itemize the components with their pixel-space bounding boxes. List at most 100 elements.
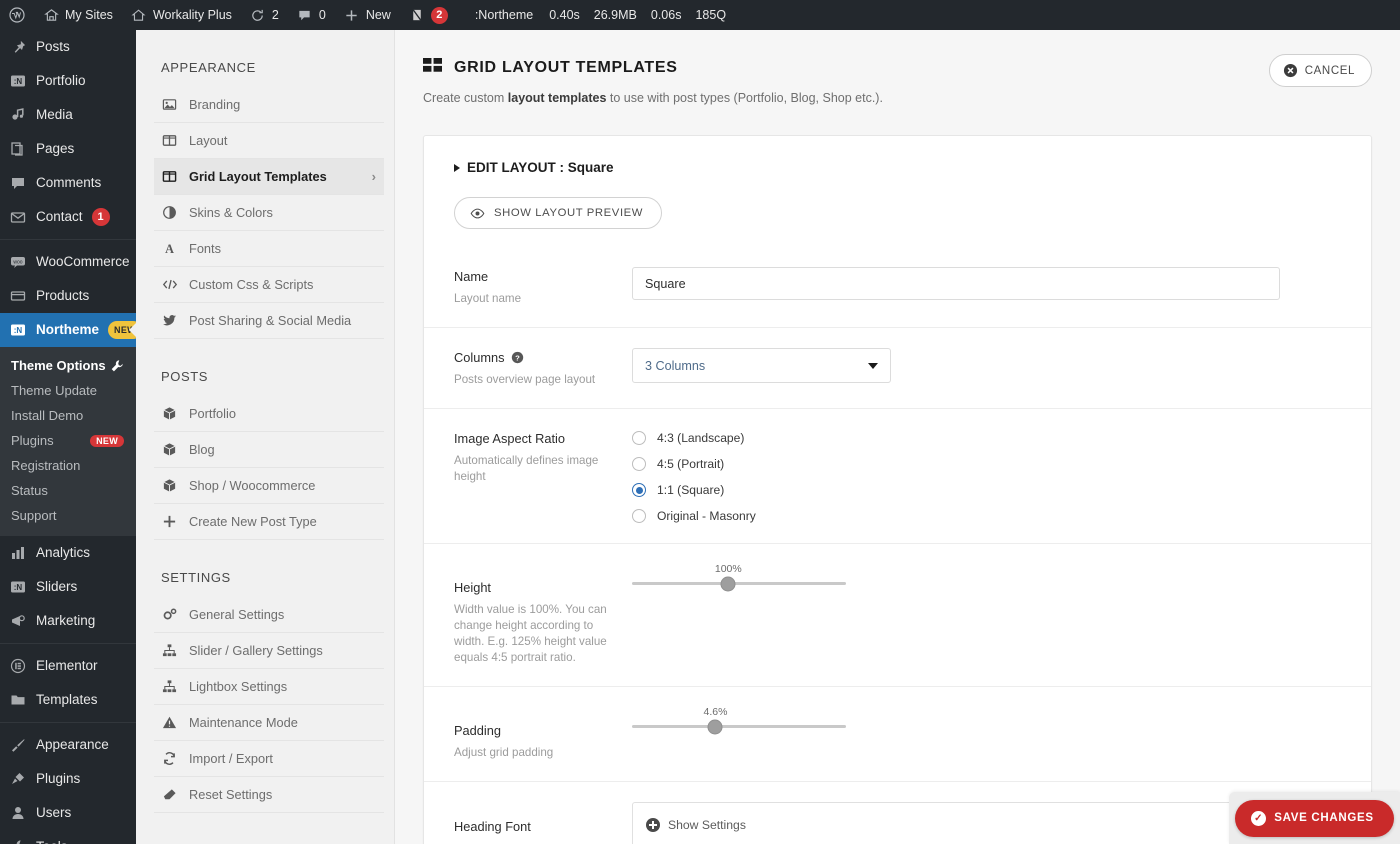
sidebar-item-tools[interactable]: Tools bbox=[0, 830, 136, 844]
nav-item-label: Layout bbox=[189, 133, 228, 148]
nav-item-portfolio[interactable]: Portfolio bbox=[154, 396, 384, 432]
submenu-item-theme-update[interactable]: Theme Update bbox=[0, 378, 136, 403]
height-slider-knob[interactable] bbox=[720, 576, 736, 591]
submenu-item-label: Plugins bbox=[11, 433, 54, 448]
columns-select[interactable]: 3 Columns bbox=[632, 348, 891, 383]
admin-bar-updates[interactable]: 2 bbox=[241, 0, 288, 30]
show-layout-preview-button[interactable]: SHOW LAYOUT PREVIEW bbox=[454, 197, 663, 229]
nav-item-general-settings[interactable]: General Settings bbox=[154, 597, 384, 633]
sidebar-item-woocommerce[interactable]: woo WooCommerce bbox=[0, 245, 136, 279]
heading-font-label: Heading Font bbox=[454, 818, 531, 834]
padding-description: Adjust grid padding bbox=[454, 746, 554, 759]
nav-item-label: Fonts bbox=[189, 241, 222, 256]
nav-item-label: General Settings bbox=[189, 607, 285, 622]
nav-item-create-new-post-type[interactable]: Create New Post Type bbox=[154, 504, 384, 540]
padding-slider-knob[interactable] bbox=[707, 719, 723, 734]
page-title-row: GRID LAYOUT TEMPLATES bbox=[423, 58, 1372, 77]
sidebar-item-comments[interactable]: Comments bbox=[0, 166, 136, 200]
home-icon bbox=[131, 7, 147, 23]
nav-item-skins-colors[interactable]: Skins & Colors bbox=[154, 195, 384, 231]
aspect-ratio-option-1-1[interactable]: 1:1 (Square) bbox=[632, 483, 1341, 497]
save-changes-button[interactable]: ✓ SAVE CHANGES bbox=[1235, 799, 1394, 837]
sidebar-item-marketing[interactable]: Marketing bbox=[0, 604, 136, 638]
sidebar-item-label: Pages bbox=[36, 141, 75, 156]
padding-slider[interactable]: 4.6% bbox=[632, 706, 846, 734]
sidebar-item-pages[interactable]: Pages bbox=[0, 132, 136, 166]
admin-bar-site-name[interactable]: Workality Plus bbox=[122, 0, 241, 30]
aspect-ratio-option-masonry[interactable]: Original - Masonry bbox=[632, 509, 1341, 523]
sidebar-item-plugins[interactable]: Plugins bbox=[0, 762, 136, 796]
nav-item-shop-woocommerce[interactable]: Shop / Woocommerce bbox=[154, 468, 384, 504]
nav-item-post-sharing-social-media[interactable]: Post Sharing & Social Media bbox=[154, 303, 384, 339]
sidebar-item-media[interactable]: Media bbox=[0, 98, 136, 132]
sidebar-item-elementor[interactable]: Elementor bbox=[0, 649, 136, 683]
submenu-item-support[interactable]: Support bbox=[0, 503, 136, 528]
save-bar: ✓ SAVE CHANGES bbox=[1229, 792, 1400, 844]
northeme-icon: :N bbox=[9, 321, 27, 339]
padding-slider-track[interactable] bbox=[632, 719, 846, 734]
plug-icon bbox=[9, 770, 27, 788]
sidebar-item-contact[interactable]: Contact 1 bbox=[0, 200, 136, 234]
sidebar-item-label: Marketing bbox=[36, 613, 96, 628]
sidebar-item-sliders[interactable]: :N Sliders bbox=[0, 570, 136, 604]
nav-section-title-posts: POSTS bbox=[161, 369, 209, 384]
twitter-icon bbox=[161, 312, 178, 329]
nav-item-label: Skins & Colors bbox=[189, 205, 273, 220]
admin-bar-updates-count: 2 bbox=[271, 8, 279, 22]
admin-bar-new[interactable]: New bbox=[335, 0, 400, 30]
sidebar-item-posts[interactable]: Posts bbox=[0, 30, 136, 64]
elementor-icon bbox=[9, 657, 27, 675]
sidebar-item-northeme[interactable]: :N Northeme NEW bbox=[0, 313, 136, 347]
edit-layout-header[interactable]: EDIT LAYOUT : Square bbox=[424, 136, 1371, 175]
wordpress-logo-button[interactable] bbox=[0, 0, 34, 30]
submenu-item-status[interactable]: Status bbox=[0, 478, 136, 503]
megaphone-icon bbox=[9, 612, 27, 630]
nav-item-custom-css-scripts[interactable]: Custom Css & Scripts bbox=[154, 267, 384, 303]
nav-item-fonts[interactable]: A Fonts bbox=[154, 231, 384, 267]
nav-item-slider-gallery-settings[interactable]: Slider / Gallery Settings bbox=[154, 633, 384, 669]
plugins-new-badge: NEW bbox=[90, 434, 124, 447]
nav-item-import-export[interactable]: Import / Export bbox=[154, 741, 384, 777]
height-slider[interactable]: 100% bbox=[632, 563, 846, 591]
nav-item-layout[interactable]: Layout bbox=[154, 123, 384, 159]
nav-item-lightbox-settings[interactable]: Lightbox Settings bbox=[154, 669, 384, 705]
aspect-ratio-option-4-5[interactable]: 4:5 (Portrait) bbox=[632, 457, 1341, 471]
name-input[interactable]: Square bbox=[632, 267, 1280, 300]
sidebar-item-products[interactable]: Products bbox=[0, 279, 136, 313]
sidebar-item-portfolio[interactable]: :N Portfolio bbox=[0, 64, 136, 98]
cancel-button[interactable]: CANCEL bbox=[1268, 54, 1372, 87]
sidebar-item-analytics[interactable]: Analytics bbox=[0, 536, 136, 570]
padding-slider-value: 4.6% bbox=[703, 706, 728, 718]
sidebar-item-users[interactable]: Users bbox=[0, 796, 136, 830]
submenu-item-plugins[interactable]: Plugins NEW bbox=[0, 428, 136, 453]
svg-text::N: :N bbox=[14, 77, 23, 86]
height-slider-track[interactable] bbox=[632, 576, 846, 591]
admin-bar-theme-label[interactable]: :Northeme bbox=[457, 0, 542, 30]
sidebar-item-templates[interactable]: Templates bbox=[0, 683, 136, 717]
warning-icon bbox=[161, 714, 178, 731]
sidebar-item-label: Elementor bbox=[36, 658, 98, 673]
question-circle-icon[interactable]: ? bbox=[511, 351, 524, 364]
sidebar-item-label: Templates bbox=[36, 692, 98, 707]
submenu-item-theme-options[interactable]: Theme Options bbox=[0, 353, 136, 378]
nav-item-blog[interactable]: Blog bbox=[154, 432, 384, 468]
sidebar-item-appearance[interactable]: Appearance bbox=[0, 728, 136, 762]
theme-options-nav: APPEARANCE Branding Layout Grid Layout T… bbox=[136, 30, 395, 844]
admin-bar-my-sites[interactable]: My Sites bbox=[34, 0, 122, 30]
submenu-item-install-demo[interactable]: Install Demo bbox=[0, 403, 136, 428]
submenu-item-registration[interactable]: Registration bbox=[0, 453, 136, 478]
nav-item-reset-settings[interactable]: Reset Settings bbox=[154, 777, 384, 813]
aspect-ratio-radio-group: 4:3 (Landscape) 4:5 (Portrait) 1:1 (Squa… bbox=[632, 429, 1341, 523]
form-row-name: Name Layout name Square bbox=[424, 247, 1371, 328]
nav-item-grid-layout-templates[interactable]: Grid Layout Templates › bbox=[154, 159, 384, 195]
form-control-columns: 3 Columns bbox=[632, 348, 1341, 383]
save-changes-label: SAVE CHANGES bbox=[1274, 812, 1374, 824]
admin-bar-notifications[interactable]: 2 bbox=[400, 0, 457, 30]
aspect-ratio-option-4-3[interactable]: 4:3 (Landscape) bbox=[632, 431, 1341, 445]
sidebar-item-label: WooCommerce bbox=[36, 254, 130, 269]
nav-item-branding[interactable]: Branding bbox=[154, 87, 384, 123]
chart-icon bbox=[9, 544, 27, 562]
image-icon bbox=[161, 96, 178, 113]
admin-bar-comments[interactable]: 0 bbox=[288, 0, 335, 30]
nav-item-maintenance-mode[interactable]: Maintenance Mode bbox=[154, 705, 384, 741]
